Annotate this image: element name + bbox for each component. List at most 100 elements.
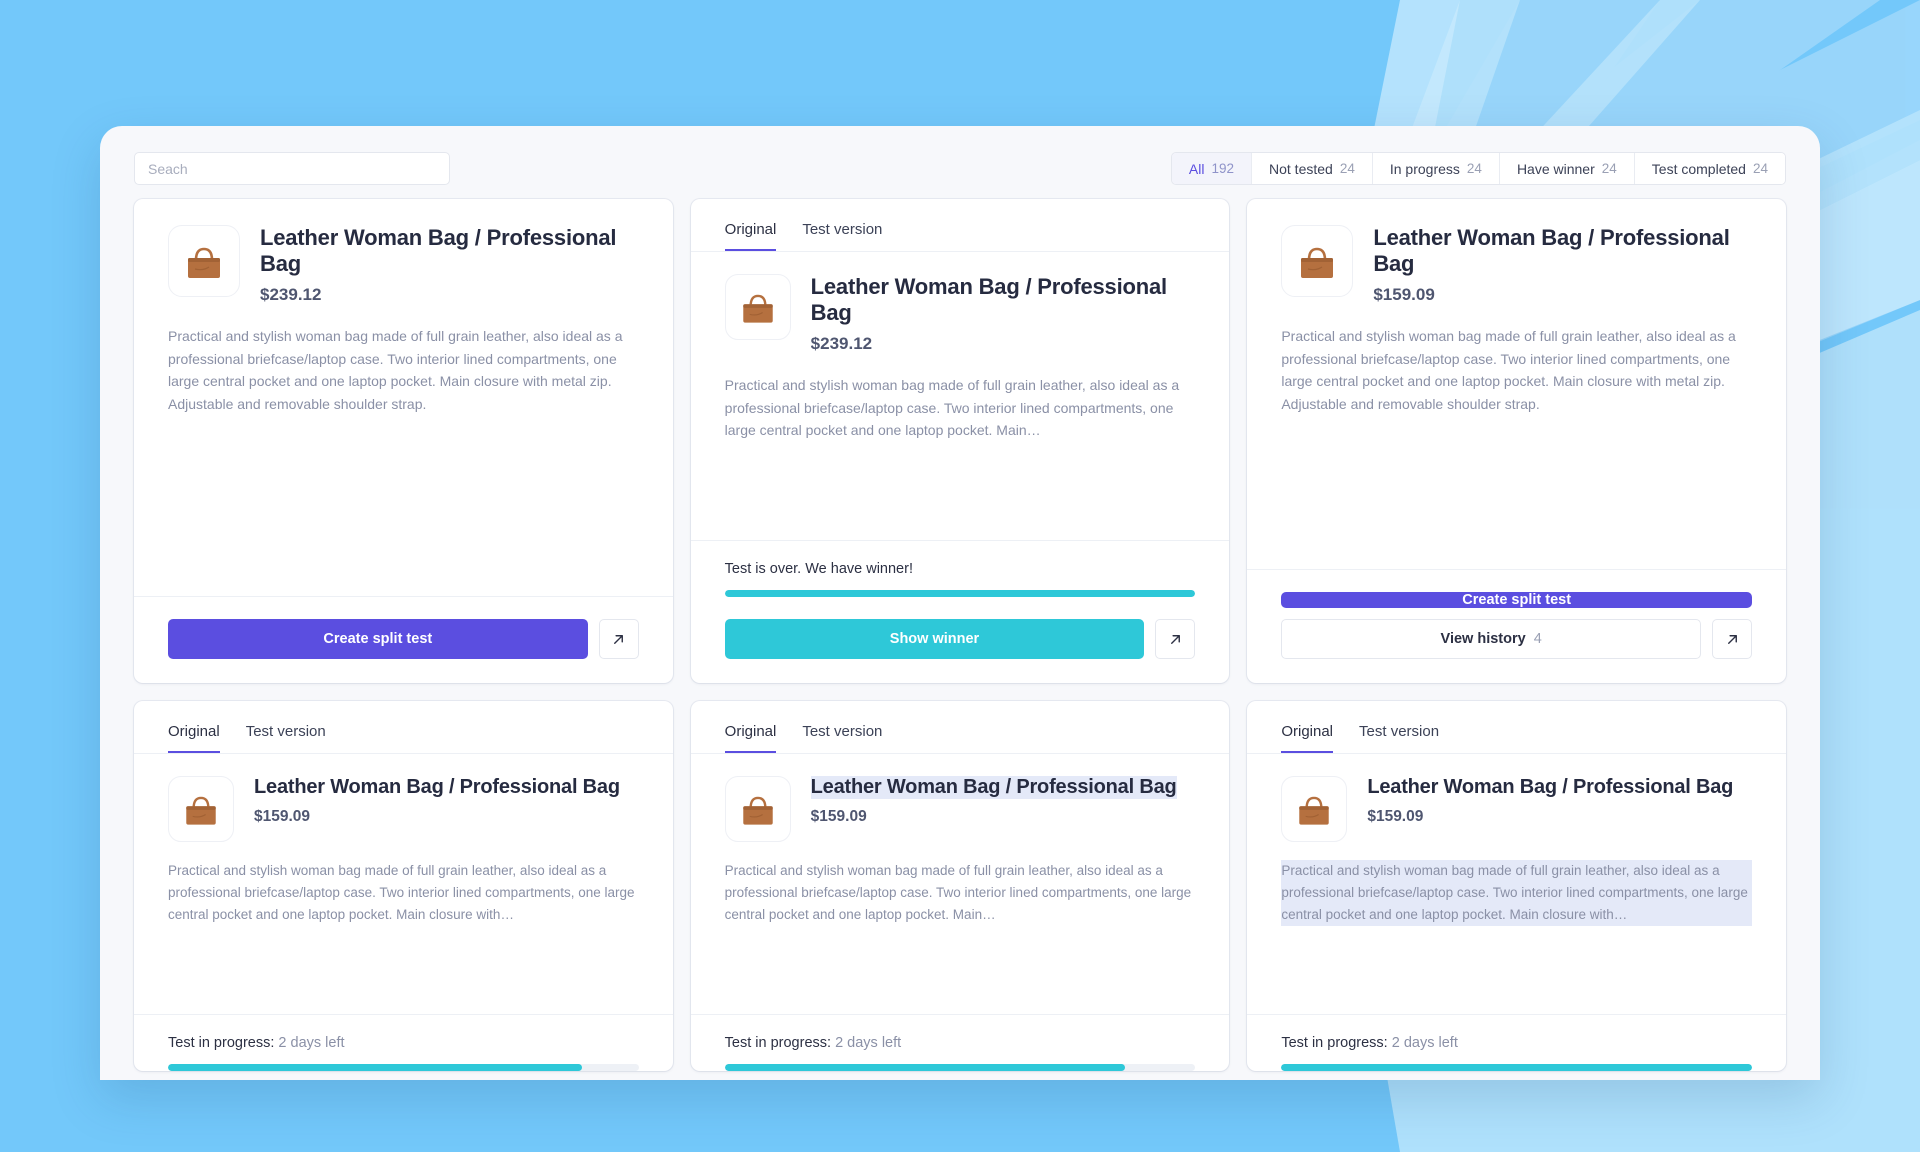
product-card: Original Test version Leather Woman Bag … (1247, 701, 1786, 1071)
progress-bar (1281, 1064, 1752, 1071)
product-thumbnail (724, 776, 791, 842)
product-price: $239.12 (810, 334, 873, 354)
leather-bag-icon (1301, 247, 1334, 278)
filter-count: 24 (1601, 161, 1617, 176)
progress-bar (724, 1064, 1196, 1071)
external-link-arrow-icon (1170, 634, 1180, 644)
status-label: Test in progress: 2 days left (725, 1035, 1196, 1051)
product-thumbnail (1281, 776, 1348, 842)
product-title: Leather Woman Bag / Professional Bag (1367, 776, 1734, 798)
leather-bag-icon (186, 796, 216, 825)
app-window: All 192 Not tested 24 In progress 24 Hav… (100, 126, 1820, 1080)
test-status: Test in progress: 2 days left (691, 1015, 1230, 1071)
product-info: Leather Woman Bag / Professional Bag $15… (810, 776, 1177, 826)
product-info: Leather Woman Bag / Professional Bag $15… (1373, 225, 1752, 305)
product-card: Original Test version Leather Woman Bag … (690, 701, 1230, 1071)
product-thumbnail (1281, 225, 1354, 297)
filter-tab-in-progress[interactable]: In progress 24 (1372, 153, 1500, 184)
card-footer: Create split test (134, 597, 673, 683)
filter-count: 192 (1211, 161, 1234, 176)
filter-tab-test-completed[interactable]: Test completed 24 (1634, 153, 1785, 184)
product-header: Leather Woman Bag / Professional Bag $23… (168, 225, 639, 305)
product-price: $159.09 (1367, 808, 1424, 826)
tab-test-version[interactable]: Test version (246, 723, 326, 753)
open-external-button[interactable] (598, 619, 639, 659)
progress-bar (168, 1064, 639, 1071)
page-background: All 192 Not tested 24 In progress 24 Hav… (0, 0, 1920, 1152)
tab-test-version[interactable]: Test version (802, 221, 882, 251)
product-thumbnail (168, 225, 240, 297)
product-title: Leather Woman Bag / Professional Bag (810, 274, 1167, 325)
product-title: Leather Woman Bag / Professional Bag (254, 776, 620, 798)
filter-tab-not-tested[interactable]: Not tested 24 (1252, 153, 1373, 184)
product-header: Leather Woman Bag / Professional Bag $15… (724, 776, 1196, 842)
card-footer: Create split test View history 4 (1247, 570, 1786, 683)
toolbar: All 192 Not tested 24 In progress 24 Hav… (100, 126, 1820, 199)
product-price: $159.09 (1373, 285, 1435, 305)
progress-bar (724, 590, 1196, 597)
card-content: Leather Woman Bag / Professional Bag $15… (691, 754, 1230, 1014)
product-card-grid: Leather Woman Bag / Professional Bag $23… (100, 199, 1820, 1071)
card-footer: Show winner (691, 597, 1230, 683)
tab-original[interactable]: Original (168, 723, 220, 753)
product-info: Leather Woman Bag / Professional Bag $23… (260, 225, 639, 305)
card-content: Leather Woman Bag / Professional Bag $15… (1247, 199, 1786, 569)
create-split-test-button[interactable]: Create split test (168, 619, 588, 659)
product-price: $239.12 (260, 285, 322, 305)
filter-label: In progress (1389, 160, 1460, 177)
card-content: Leather Woman Bag / Professional Bag $15… (134, 754, 673, 1014)
status-prefix: Test in progress: (724, 1035, 832, 1051)
product-description: Practical and stylish woman bag made of … (168, 863, 635, 922)
product-header: Leather Woman Bag / Professional Bag $15… (168, 776, 639, 842)
product-title: Leather Woman Bag / Professional Bag (1373, 225, 1730, 276)
tab-test-version[interactable]: Test version (802, 723, 882, 753)
product-description: Practical and stylish woman bag made of … (724, 377, 1180, 439)
product-header: Leather Woman Bag / Professional Bag $15… (1281, 225, 1752, 305)
filter-count: 24 (1339, 161, 1355, 176)
product-title: Leather Woman Bag / Professional Bag (260, 225, 617, 276)
product-info: Leather Woman Bag / Professional Bag $15… (254, 776, 620, 826)
view-history-count: 4 (1533, 631, 1542, 647)
status-value: 2 days left (835, 1035, 902, 1051)
filter-label: Have winner (1516, 160, 1595, 177)
status-value: 2 days left (1391, 1035, 1458, 1051)
filter-label: Not tested (1269, 160, 1333, 177)
tab-original[interactable]: Original (724, 723, 777, 753)
product-description: Practical and stylish woman bag made of … (168, 328, 623, 413)
open-external-button[interactable] (1712, 619, 1752, 659)
test-status: Test is over. We have winner! (691, 541, 1230, 597)
open-external-button[interactable] (1155, 619, 1196, 659)
tab-test-version[interactable]: Test version (1359, 723, 1439, 753)
tab-original[interactable]: Original (724, 221, 777, 251)
filter-count: 24 (1752, 161, 1768, 176)
filter-label: All (1188, 160, 1205, 177)
product-title: Leather Woman Bag / Professional Bag (810, 776, 1177, 800)
leather-bag-icon (188, 247, 220, 278)
tab-original[interactable]: Original (1281, 723, 1334, 753)
version-tabs: Original Test version (690, 199, 1230, 252)
show-winner-button[interactable]: Show winner (724, 619, 1145, 659)
view-history-button[interactable]: View history 4 (1281, 619, 1701, 659)
test-status: Test in progress: 2 days left (134, 1015, 673, 1071)
product-card: Leather Woman Bag / Professional Bag $23… (134, 199, 673, 683)
view-history-label: View history (1440, 631, 1526, 647)
product-thumbnail (168, 776, 234, 842)
create-split-test-button[interactable]: Create split test (1281, 592, 1752, 608)
product-header: Leather Woman Bag / Professional Bag $15… (1281, 776, 1752, 842)
product-description: Practical and stylish woman bag made of … (1281, 328, 1736, 413)
card-content: Leather Woman Bag / Professional Bag $23… (134, 199, 673, 596)
filter-count: 24 (1466, 161, 1482, 176)
external-link-arrow-icon (614, 634, 624, 644)
product-card: Original Test version Leather Woman Bag … (690, 199, 1230, 683)
status-value: 2 days left (278, 1035, 345, 1051)
status-label: Test is over. We have winner! (724, 561, 913, 577)
status-label: Test in progress: 2 days left (1281, 1035, 1752, 1051)
status-label: Test in progress: 2 days left (168, 1035, 639, 1051)
product-description: Practical and stylish woman bag made of … (724, 863, 1192, 922)
leather-bag-icon (742, 796, 773, 825)
filter-tab-all[interactable]: All 192 (1171, 153, 1252, 184)
product-info: Leather Woman Bag / Professional Bag $23… (811, 274, 1196, 354)
filter-label: Test completed (1651, 160, 1746, 177)
filter-tab-have-winner[interactable]: Have winner 24 (1499, 153, 1635, 184)
search-input[interactable] (134, 152, 450, 185)
